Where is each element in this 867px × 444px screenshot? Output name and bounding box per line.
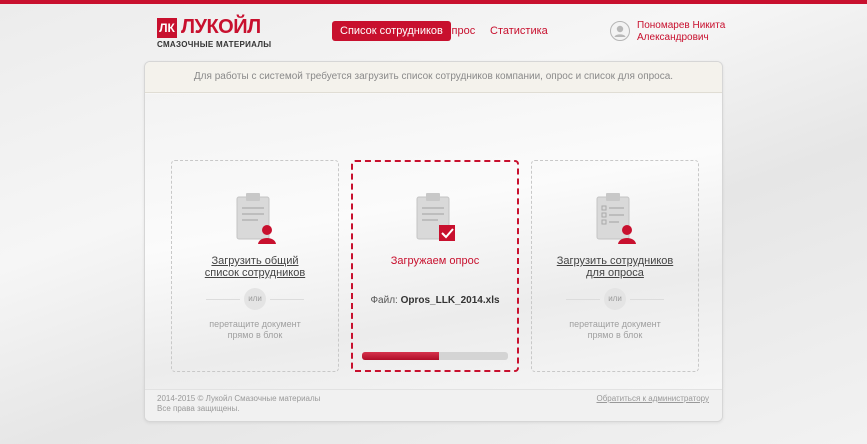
drop-hint-line2: прямо в блок bbox=[227, 330, 283, 340]
lukoil-logo-word: ЛУКОЙЛ bbox=[181, 16, 261, 38]
upload-progress-fill bbox=[362, 352, 440, 360]
drop-hint: перетащите документ прямо в блок bbox=[172, 319, 338, 341]
upload-all-employees-link[interactable]: Загрузить общий список сотрудников bbox=[172, 255, 338, 279]
or-divider: или bbox=[566, 288, 664, 310]
header: ЛК ЛУКОЙЛ СМАЗОЧНЫЕ МАТЕРИАЛЫ Список сот… bbox=[0, 4, 867, 58]
or-badge: или bbox=[604, 288, 626, 310]
panel-message: Для работы с системой требуется загрузит… bbox=[193, 71, 674, 82]
panel-footer: 2014-2015 © Лукойл Смазочные материалы В… bbox=[145, 389, 722, 421]
upload-cards-area: Загрузить общий список сотрудников или п… bbox=[145, 94, 722, 389]
lukoil-logo-mark: ЛК bbox=[157, 18, 177, 38]
or-line-left bbox=[566, 299, 600, 300]
user-name-patronymic: Александрович bbox=[637, 32, 709, 43]
upload-card-survey[interactable]: Загружаем опрос Файл: Opros_LLK_2014.xls bbox=[351, 160, 519, 372]
checklist-user-icon bbox=[593, 193, 639, 245]
contact-admin-link[interactable]: Обратиться к администратору bbox=[596, 394, 709, 403]
user-menu[interactable]: Пономарев Никита Александрович bbox=[610, 20, 730, 48]
lukoil-logo-subtitle: СМАЗОЧНЫЕ МАТЕРИАЛЫ bbox=[157, 40, 272, 49]
or-badge: или bbox=[244, 288, 266, 310]
file-label: Файл: bbox=[370, 295, 398, 306]
survey-upload-status: Загружаем опрос bbox=[353, 255, 517, 267]
panel-info-bar: Для работы с системой требуется загрузит… bbox=[145, 62, 722, 93]
clipboard-check-icon bbox=[413, 193, 459, 245]
user-name[interactable]: Пономарев Никита Александрович bbox=[637, 20, 737, 44]
or-line-left bbox=[206, 299, 240, 300]
nav-survey[interactable]: Опрос bbox=[443, 21, 475, 41]
drop-hint: перетащите документ прямо в блок bbox=[532, 319, 698, 341]
upload-card-survey-employees[interactable]: Загрузить сотрудников для опроса или пер… bbox=[531, 160, 699, 372]
upload-card-all-employees[interactable]: Загрузить общий список сотрудников или п… bbox=[171, 160, 339, 372]
drop-hint-line1: перетащите документ bbox=[569, 319, 661, 329]
upload-all-employees-line1: Загрузить общий bbox=[211, 255, 299, 267]
copyright-line2: Все права защищены. bbox=[157, 404, 240, 413]
clipboard-user-icon bbox=[233, 193, 279, 245]
upload-survey-employees-link[interactable]: Загрузить сотрудников для опроса bbox=[532, 255, 698, 279]
upload-panel: Для работы с системой требуется загрузит… bbox=[144, 61, 723, 422]
or-divider: или bbox=[206, 288, 304, 310]
copyright: 2014-2015 © Лукойл Смазочные материалы В… bbox=[157, 394, 320, 414]
nav-statistics[interactable]: Статистика bbox=[490, 21, 548, 41]
or-line-right bbox=[270, 299, 304, 300]
file-name: Opros_LLK_2014.xls bbox=[400, 295, 500, 306]
lukoil-logo[interactable]: ЛК ЛУКОЙЛ СМАЗОЧНЫЕ МАТЕРИАЛЫ bbox=[157, 16, 271, 50]
user-name-first: Пономарев Никита bbox=[637, 20, 726, 31]
uploading-file-info: Файл: Opros_LLK_2014.xls bbox=[353, 295, 517, 306]
drop-hint-line2: прямо в блок bbox=[587, 330, 643, 340]
user-avatar-icon[interactable] bbox=[610, 21, 630, 41]
copyright-line1: 2014-2015 © Лукойл Смазочные материалы bbox=[157, 394, 321, 403]
nav-employee-list[interactable]: Список сотрудников bbox=[332, 21, 451, 41]
upload-all-employees-line2: список сотрудников bbox=[204, 267, 306, 279]
or-line-right bbox=[630, 299, 664, 300]
upload-survey-employees-line1: Загрузить сотрудников bbox=[556, 255, 674, 267]
upload-survey-employees-line2: для опроса bbox=[586, 267, 644, 279]
upload-progress-bar bbox=[362, 352, 508, 360]
drop-hint-line1: перетащите документ bbox=[209, 319, 301, 329]
survey-upload-status-text: Загружаем опрос bbox=[390, 255, 480, 267]
